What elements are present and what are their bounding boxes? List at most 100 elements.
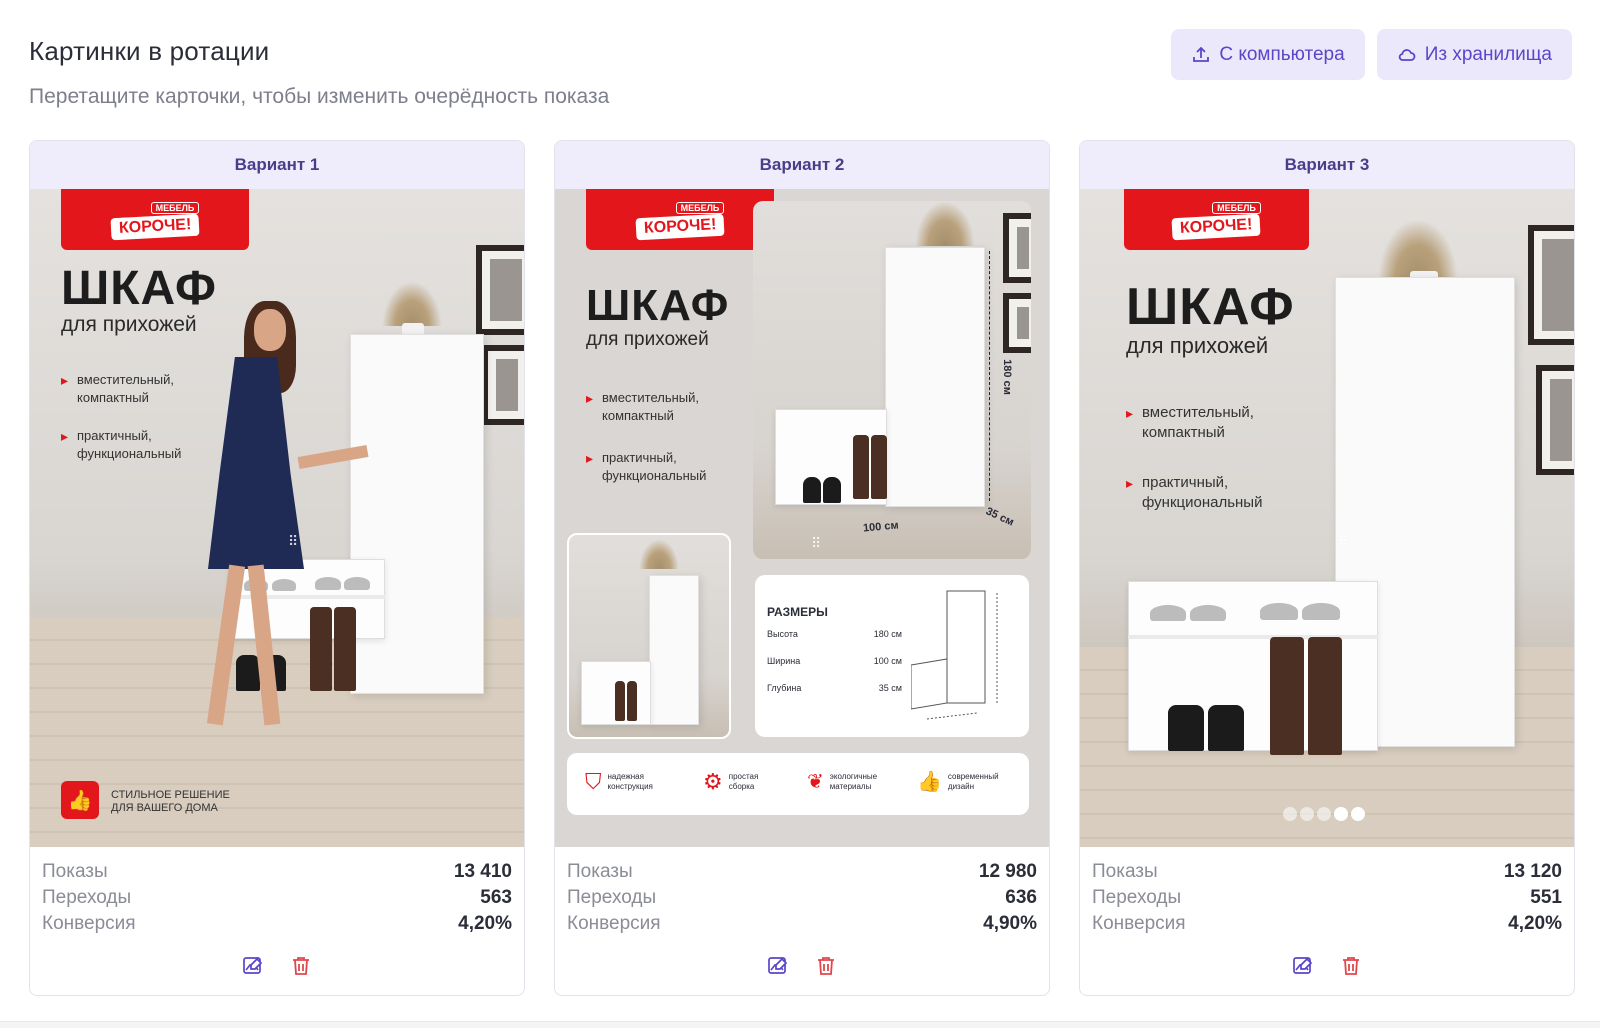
edit-image-icon[interactable] <box>1292 955 1314 977</box>
page-title: Картинки в ротации <box>29 36 270 66</box>
cabinet-image <box>350 334 484 694</box>
height-dimension-label: 180 см <box>1000 359 1013 395</box>
upload-actions: С компьютера Из хранилища <box>1171 29 1572 80</box>
creative-preview-1: МЕБЕЛЬ КОРОЧЕ! ШКАФ для прихожей вместит… <box>30 189 524 847</box>
boot-image <box>615 681 625 721</box>
creative-bullet-1: вместительный, компактный <box>1126 403 1286 443</box>
slipper-image <box>1302 603 1340 620</box>
impressions-label: Показы <box>567 861 633 882</box>
sizes-info-box: РАЗМЕРЫ Высота 180 см Ширина 100 см Глуб… <box>755 575 1029 737</box>
upload-icon <box>1193 46 1210 62</box>
conversion-label: Конверсия <box>567 913 661 934</box>
variant-card-3[interactable]: Вариант 3 МЕБЕЛЬ КОРОЧЕ! ШКАФ для прихож… <box>1079 140 1575 996</box>
impressions-label: Показы <box>1092 861 1158 882</box>
page-subtitle: Перетащите карточки, чтобы изменить очер… <box>29 85 610 108</box>
thumbs-up-icon: 👍 <box>61 781 99 819</box>
rotation-panel: Картинки в ротации Перетащите карточки, … <box>0 0 1600 1022</box>
conversion-label: Конверсия <box>1092 913 1186 934</box>
boot-image <box>1270 637 1304 755</box>
trash-icon[interactable] <box>815 955 837 977</box>
shield-check-icon: ⛉ <box>585 769 602 794</box>
card-actions <box>42 955 512 977</box>
cabinet-small-photo <box>567 533 731 739</box>
shoe-image <box>1168 705 1204 751</box>
conversion-row: Конверсия 4,20% <box>42 911 512 937</box>
plant-decor <box>382 281 442 326</box>
shoe-image <box>236 655 260 691</box>
feature-label: современный дизайн <box>947 771 999 791</box>
carousel-dot[interactable] <box>1300 807 1314 821</box>
features-strip: ⛉ надежная конструкция ⚙ простая сборка … <box>567 753 1029 815</box>
brand-logo: МЕБЕЛЬ КОРОЧЕ! <box>1124 189 1309 250</box>
wall-picture <box>1003 213 1031 283</box>
conversion-row: Конверсия 4,90% <box>567 911 1037 937</box>
conversion-value: 4,20% <box>1508 913 1562 934</box>
plant-decor <box>1378 219 1458 279</box>
creative-bullet-1: вместительный, компактный <box>586 389 726 425</box>
size-label: Глубина <box>767 683 802 693</box>
logo-main-text: КОРОЧЕ! <box>1171 213 1262 240</box>
brand-logo: МЕБЕЛЬ КОРОЧЕ! <box>586 189 774 250</box>
edit-image-icon[interactable] <box>242 955 264 977</box>
upload-from-computer-label: С компьютера <box>1219 43 1345 65</box>
shoe-image <box>803 477 821 503</box>
variant-stats: Показы 12 980 Переходы 636 Конверсия 4,9… <box>555 847 1049 977</box>
cabinet-image <box>885 247 985 507</box>
feature-label: простая сборка <box>728 772 759 791</box>
creative-subtitle: для прихожей <box>586 329 709 350</box>
trash-icon[interactable] <box>1340 955 1362 977</box>
logo-top-text: МЕБЕЛЬ <box>675 201 725 214</box>
drag-handle-icon[interactable]: ⠿ <box>288 533 298 550</box>
variant-stats: Показы 13 410 Переходы 563 Конверсия 4,2… <box>30 847 524 977</box>
drag-handle-icon[interactable]: ⠿ <box>1338 533 1348 550</box>
variant-cards: Вариант 1 МЕБЕЛЬ КОРОЧЕ! ШКАФ для прихож… <box>29 140 1575 996</box>
card-actions <box>1092 955 1562 977</box>
conversion-value: 4,20% <box>458 913 512 934</box>
wall-picture <box>1536 365 1574 475</box>
logo-main-text: КОРОЧЕ! <box>110 213 200 240</box>
carousel-dot[interactable] <box>1283 807 1297 821</box>
variant-card-1[interactable]: Вариант 1 МЕБЕЛЬ КОРОЧЕ! ШКАФ для прихож… <box>29 140 525 996</box>
shoe-image <box>823 477 841 503</box>
trash-icon[interactable] <box>290 955 312 977</box>
size-value: 35 см <box>878 683 902 693</box>
conversion-label: Конверсия <box>42 913 136 934</box>
carousel-dot[interactable] <box>1351 807 1365 821</box>
plant-decor <box>915 201 975 246</box>
edit-image-icon[interactable] <box>767 955 789 977</box>
wall-picture <box>476 245 524 335</box>
feature-label: надежная конструкция <box>607 772 653 791</box>
variant-card-title: Вариант 3 <box>1080 141 1574 189</box>
feature-reliable: ⛉ надежная конструкция <box>585 769 666 795</box>
carousel-dot[interactable] <box>1334 807 1348 821</box>
boot-image <box>334 607 356 691</box>
size-label: Высота <box>767 629 798 639</box>
impressions-row: Показы 12 980 <box>567 859 1037 885</box>
sizes-title: РАЗМЕРЫ <box>767 605 828 619</box>
plant-decor <box>639 539 679 569</box>
variant-card-2[interactable]: Вариант 2 МЕБЕЛЬ КОРОЧЕ! ШКАФ для прихож… <box>554 140 1050 996</box>
creative-subtitle: для прихожей <box>61 313 197 336</box>
conversion-row: Конверсия 4,20% <box>1092 911 1562 937</box>
creative-title: ШКАФ <box>1126 278 1295 336</box>
variant-stats: Показы 13 120 Переходы 551 Конверсия 4,2… <box>1080 847 1574 977</box>
upload-from-storage-button[interactable]: Из хранилища <box>1376 29 1572 80</box>
clicks-label: Переходы <box>567 887 657 908</box>
carousel-indicator[interactable] <box>1283 807 1365 821</box>
creative-bullet-2: практичный, функциональный <box>61 427 191 463</box>
slipper-image <box>344 577 370 590</box>
drag-handle-icon[interactable]: ⠿ <box>811 535 821 552</box>
feature-label: экологичные материалы <box>829 771 878 791</box>
boot-image <box>871 435 887 499</box>
upload-from-computer-button[interactable]: С компьютера <box>1171 29 1365 80</box>
shoe-image <box>1208 705 1244 751</box>
conversion-value: 4,90% <box>983 913 1037 934</box>
boot-image <box>627 681 637 721</box>
size-value: 180 см <box>873 629 902 639</box>
cabinet-image <box>649 575 699 725</box>
thumbs-up-icon: 👍 <box>917 771 942 793</box>
boot-image <box>310 607 332 691</box>
carousel-dot[interactable] <box>1317 807 1331 821</box>
impressions-value: 13 410 <box>453 861 512 882</box>
cloud-icon <box>1398 48 1416 61</box>
